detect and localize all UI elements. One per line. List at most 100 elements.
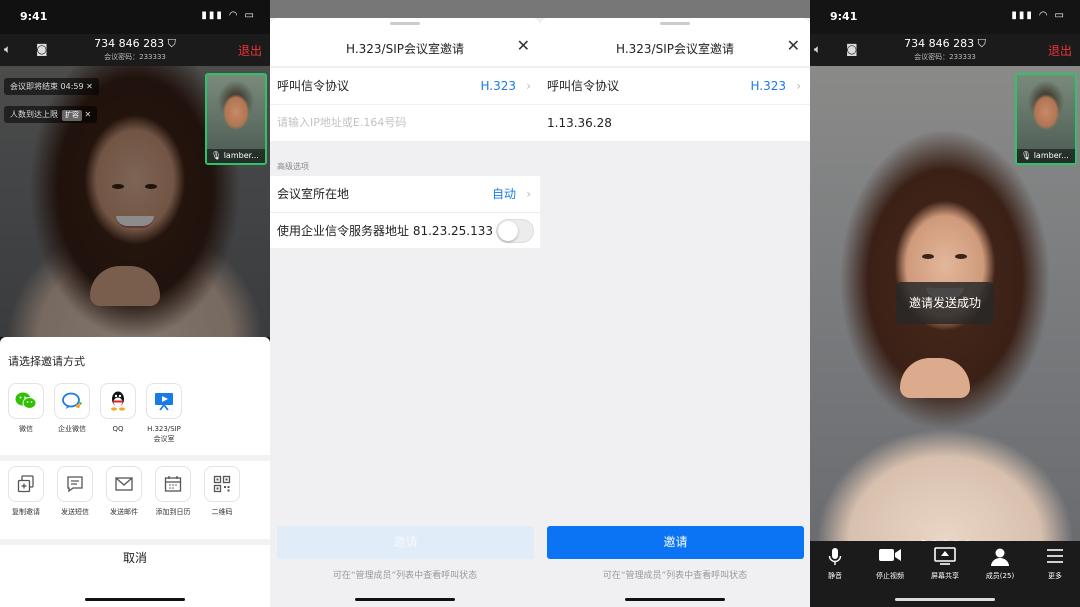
mic-icon: 🎙︎ xyxy=(211,151,222,160)
sheet-header: H.323/SIP会议室邀请 ✕ xyxy=(540,18,810,66)
option-label: 发送短信 xyxy=(61,508,89,516)
sheet-grabber[interactable] xyxy=(390,22,420,25)
notice-text: 会议即将结束 04:59 xyxy=(10,82,84,91)
meeting-topbar: 🔈︎ ◙ 734 846 283 ⛉ 会议密码：233333 退出 xyxy=(0,34,270,66)
protocol-row[interactable]: 呼叫信令协议 H.323 › xyxy=(540,68,810,104)
protocol-label: 呼叫信令协议 xyxy=(547,79,620,93)
status-icons: ▮▮▮ ◠ ▭ xyxy=(201,10,256,21)
video-eye xyxy=(922,254,934,259)
invite-button-disabled[interactable]: 邀请 xyxy=(277,526,534,559)
status-bar: 9:41 ▮▮▮ ◠ ▭ xyxy=(810,0,1080,34)
screen-meeting-invite-sent: 9:41 ▮▮▮ ◠ ▭ 🔈︎ ◙ 734 846 283 ⛉ 会议密码：233… xyxy=(810,0,1080,607)
option-label: 添加到日历 xyxy=(155,508,191,516)
invite-button[interactable]: 邀请 xyxy=(547,526,804,559)
stop-video-button[interactable]: 停止视频 xyxy=(863,547,917,581)
participant-thumbnail[interactable]: 🎙︎ lamber... xyxy=(205,73,267,165)
invite-copy[interactable]: 复制邀请 xyxy=(3,466,49,517)
close-icon[interactable]: ✕ xyxy=(517,36,530,55)
mic-icon xyxy=(810,547,862,569)
option-label: 企业微信 xyxy=(58,425,86,433)
invite-h323-sip[interactable]: H.323/SIP 会议室 xyxy=(141,383,187,444)
dimmed-backdrop xyxy=(270,0,540,18)
participant-name-text: lamber... xyxy=(223,151,259,160)
status-bar: 9:41 ▮▮▮ ◠ ▭ xyxy=(0,0,270,34)
meeting-info[interactable]: 734 846 283 ⛉ 会议密码：233333 xyxy=(0,37,270,62)
more-icon xyxy=(1028,547,1080,569)
more-button[interactable]: 更多 xyxy=(1028,547,1080,581)
sheet-grabber[interactable] xyxy=(660,22,690,25)
mail-icon xyxy=(106,466,142,502)
invite-qrcode[interactable]: 二维码 xyxy=(199,466,245,517)
mute-button[interactable]: 静音 xyxy=(810,547,862,581)
chevron-right-icon: › xyxy=(526,187,531,201)
qq-icon xyxy=(100,383,136,419)
option-label: 复制邀请 xyxy=(12,508,40,516)
notice-text: 人数到达上限 xyxy=(10,110,58,119)
invite-sheet: 请选择邀请方式 微信 企业微信 QQ H.323/SIP 会议室 复制邀请 发送… xyxy=(0,337,270,607)
address-input[interactable]: 1.13.36.28 xyxy=(540,105,810,141)
cancel-button[interactable]: 取消 xyxy=(0,549,270,566)
sheet-title: H.323/SIP会议室邀请 xyxy=(616,42,734,56)
invite-calendar[interactable]: 添加到日历 xyxy=(150,466,196,517)
screen-sip-invite-empty: H.323/SIP会议室邀请 ✕ 呼叫信令协议 H.323 › 请输入IP地址或… xyxy=(270,0,540,607)
location-row[interactable]: 会议室所在地 自动 › xyxy=(270,176,540,212)
location-value: 自动 xyxy=(491,187,516,201)
meeting-id: 734 846 283 xyxy=(94,37,165,50)
members-icon xyxy=(973,547,1027,569)
advanced-options-label: 高级选项 xyxy=(277,162,309,171)
qrcode-icon xyxy=(204,466,240,502)
toolbar-label: 静音 xyxy=(828,572,842,580)
protocol-label: 呼叫信令协议 xyxy=(277,79,350,93)
shield-icon: ⛉ xyxy=(977,37,986,50)
meeting-password: 会议密码：233333 xyxy=(104,53,166,61)
location-label: 会议室所在地 xyxy=(277,187,350,201)
meeting-id: 734 846 283 xyxy=(904,37,975,50)
meeting-password: 会议密码：233333 xyxy=(914,53,976,61)
invite-qq[interactable]: QQ xyxy=(95,383,141,434)
enterprise-server-toggle[interactable] xyxy=(496,219,534,243)
participant-name: 🎙︎ lamber... xyxy=(207,149,265,163)
wechat-icon xyxy=(8,383,44,419)
meeting-ending-notice: 会议即将结束 04:59 ✕ xyxy=(4,78,99,95)
video-eye xyxy=(955,254,967,259)
chevron-right-icon: › xyxy=(526,79,531,93)
home-indicator xyxy=(625,598,725,601)
toolbar-label: 更多 xyxy=(1048,572,1062,580)
invite-success-toast: 邀请发送成功 xyxy=(896,282,994,324)
chevron-right-icon: › xyxy=(796,79,801,93)
invite-mail[interactable]: 发送邮件 xyxy=(101,466,147,517)
address-input[interactable]: 请输入IP地址或E.164号码 xyxy=(270,105,540,141)
video-hand xyxy=(900,358,970,398)
meeting-topbar: 🔈︎ ◙ 734 846 283 ⛉ 会议密码：233333 退出 xyxy=(810,34,1080,66)
meeting-info[interactable]: 734 846 283 ⛉ 会议密码：233333 xyxy=(810,37,1080,62)
enterprise-server-address: 81.23.25.133 xyxy=(412,224,493,238)
close-icon[interactable]: ✕ xyxy=(86,82,93,91)
members-button[interactable]: 成员(25) xyxy=(973,547,1027,581)
address-placeholder: 请输入IP地址或E.164号码 xyxy=(277,116,407,129)
close-icon[interactable]: ✕ xyxy=(787,36,800,55)
participant-thumbnail[interactable]: 🎙︎ lamber... xyxy=(1015,73,1077,165)
exit-button[interactable]: 退出 xyxy=(1048,42,1072,59)
call-status-hint: 可在“管理成员”列表中查看呼叫状态 xyxy=(602,571,748,581)
close-icon[interactable]: ✕ xyxy=(85,110,92,119)
protocol-row[interactable]: 呼叫信令协议 H.323 › xyxy=(270,68,540,104)
protocol-value: H.323 xyxy=(480,79,516,93)
toolbar-label: 成员(25) xyxy=(985,572,1015,580)
screen-share-button[interactable]: 屏幕共享 xyxy=(918,547,972,581)
screen-share-icon xyxy=(918,547,972,569)
invite-wecom[interactable]: 企业微信 xyxy=(49,383,95,434)
toggle-knob xyxy=(498,221,518,241)
toolbar-label: 停止视频 xyxy=(876,572,904,580)
option-label: QQ xyxy=(112,425,124,433)
status-time: 9:41 xyxy=(830,10,858,23)
home-indicator xyxy=(895,598,995,601)
copy-icon xyxy=(8,466,44,502)
meeting-room-icon xyxy=(146,383,182,419)
exit-button[interactable]: 退出 xyxy=(238,42,262,59)
expand-capacity-button[interactable]: 扩容 xyxy=(62,110,82,121)
invite-sms[interactable]: 发送短信 xyxy=(52,466,98,517)
enterprise-server-row: 使用企业信令服务器地址 81.23.25.133 xyxy=(270,212,540,248)
sheet-title: H.323/SIP会议室邀请 xyxy=(346,42,464,56)
shield-icon: ⛉ xyxy=(167,37,176,50)
invite-wechat[interactable]: 微信 xyxy=(3,383,49,434)
